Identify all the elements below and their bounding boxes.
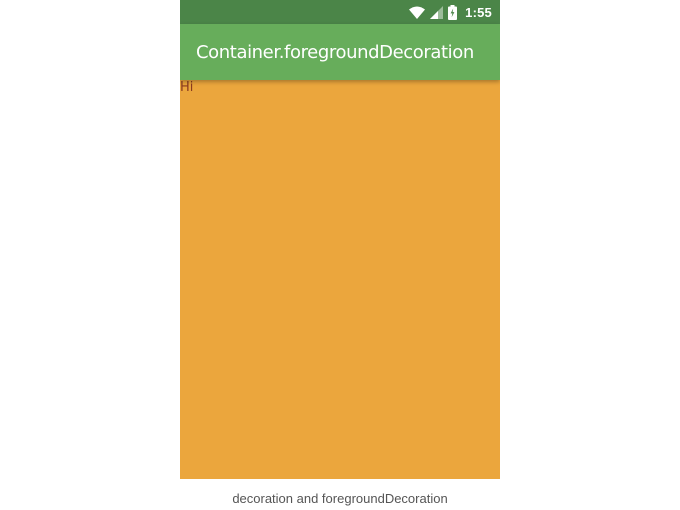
page: 1:55 Container.foregroundDecoration Hi d…: [0, 0, 680, 510]
wifi-icon: [409, 6, 426, 19]
figure-caption: decoration and foregroundDecoration: [232, 491, 448, 506]
battery-charging-icon: [448, 4, 458, 20]
app-bar: Container.foregroundDecoration: [180, 24, 500, 80]
status-bar: 1:55: [180, 0, 500, 24]
app-bar-title: Container.foregroundDecoration: [196, 41, 474, 63]
cellular-signal-icon: [430, 5, 444, 19]
container-text: Hi: [180, 80, 194, 95]
container-body: Hi: [180, 80, 500, 479]
phone-screen: 1:55 Container.foregroundDecoration Hi: [180, 0, 500, 479]
status-time: 1:55: [465, 4, 492, 20]
